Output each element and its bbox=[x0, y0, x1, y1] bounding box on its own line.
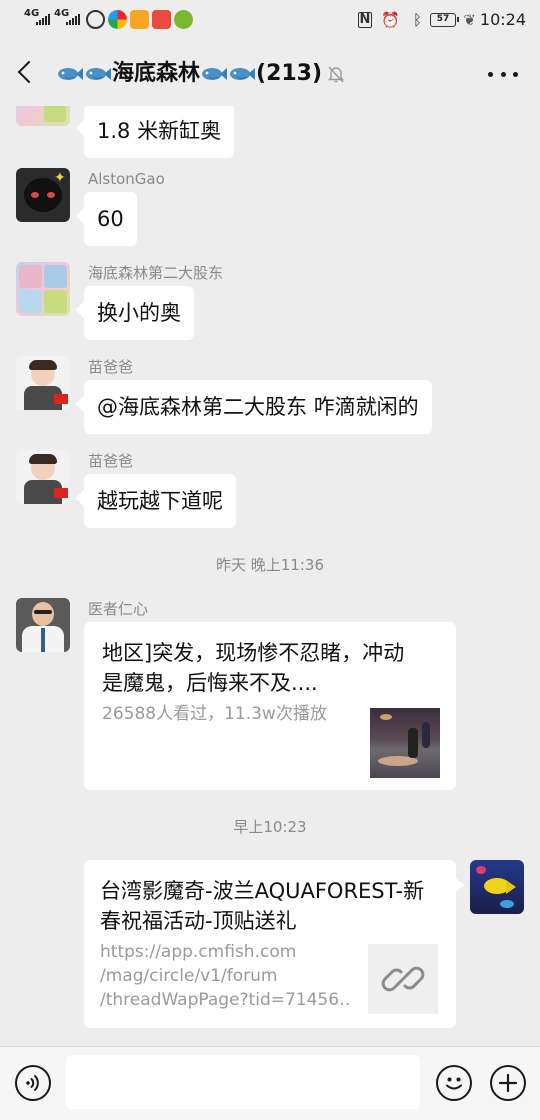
avatar[interactable] bbox=[470, 860, 524, 914]
plus-icon[interactable] bbox=[490, 1065, 526, 1101]
message-bubble[interactable]: 60 bbox=[84, 192, 137, 246]
signal-icon-1 bbox=[36, 13, 50, 25]
app-notification-icon-1 bbox=[86, 10, 105, 29]
avatar[interactable] bbox=[16, 450, 70, 504]
app-notification-icon-5 bbox=[174, 10, 193, 29]
link-icon bbox=[368, 944, 438, 1014]
avatar[interactable]: ✦ bbox=[16, 168, 70, 222]
sender-name: 苗爸爸 bbox=[88, 452, 134, 470]
fish-icon bbox=[229, 64, 256, 84]
battery-icon: 57 bbox=[430, 13, 459, 27]
card-title-line: 是魔鬼，后悔来不及.... bbox=[102, 671, 318, 695]
timestamp: 早上10:23 bbox=[233, 818, 307, 836]
card-url-line: https://app.cmfish.com bbox=[100, 942, 297, 962]
app-notification-icon-4 bbox=[152, 10, 171, 29]
message-bubble[interactable]: 1.8 米新缸奥 bbox=[84, 106, 235, 158]
mute-bell-icon bbox=[326, 64, 346, 84]
chat-header: 海底森林 (213) bbox=[0, 40, 540, 106]
sender-name: 海底森林第二大股东 bbox=[88, 264, 224, 282]
video-thumbnail bbox=[370, 708, 440, 778]
avatar[interactable] bbox=[16, 598, 70, 652]
link-share-card[interactable]: 台湾影魔奇-波兰AQUAFOREST-新 春祝福活动-顶贴送礼 https://… bbox=[84, 860, 456, 1028]
fish-icon bbox=[201, 64, 228, 84]
card-url-line: /threadWapPage?tid=71456… bbox=[100, 990, 352, 1010]
message-list[interactable]: 1.8 米新缸奥 ✦ AlstonGao 60 海底森林第二大股东 换小的奥 苗… bbox=[0, 106, 540, 1046]
member-count: (213) bbox=[256, 61, 323, 86]
leaf-icon: ❦ bbox=[463, 11, 476, 29]
voice-icon[interactable] bbox=[15, 1065, 51, 1101]
card-title-line: 春祝福活动-顶贴送礼 bbox=[100, 909, 297, 933]
chat-title: 海底森林 (213) bbox=[56, 58, 322, 90]
sender-name: 医者仁心 bbox=[88, 600, 149, 618]
card-url-line: /mag/circle/v1/forum bbox=[100, 966, 278, 986]
input-bar bbox=[0, 1046, 540, 1120]
message-bubble[interactable]: 换小的奥 bbox=[84, 286, 194, 340]
signal-icon-2 bbox=[66, 13, 80, 25]
card-title-line: 台湾影魔奇-波兰AQUAFOREST-新 bbox=[100, 879, 425, 903]
back-icon[interactable] bbox=[12, 58, 42, 88]
message-bubble[interactable]: @海底森林第二大股东 咋滴就闲的 bbox=[84, 380, 432, 434]
fish-icon bbox=[57, 64, 83, 84]
alarm-icon: ⏰ bbox=[381, 11, 400, 29]
bluetooth-icon: ᛒ bbox=[412, 11, 422, 29]
status-bar: 4G 4G N ⏰ ᛒ 57 ❦ 10:24 bbox=[0, 0, 540, 40]
avatar[interactable] bbox=[16, 262, 70, 316]
app-notification-icon-3 bbox=[130, 10, 149, 29]
card-title-line: 地区]突发，现场惨不忍睹，冲动 bbox=[102, 641, 405, 665]
card-stats: 26588人看过，11.3w次播放 bbox=[102, 704, 327, 724]
avatar[interactable] bbox=[16, 356, 70, 410]
nfc-icon: N bbox=[358, 12, 372, 28]
more-icon[interactable] bbox=[488, 64, 518, 84]
message-input[interactable] bbox=[66, 1055, 420, 1109]
timestamp: 昨天 晚上11:36 bbox=[216, 556, 324, 574]
app-notification-icon-2 bbox=[108, 10, 127, 29]
status-time: 10:24 bbox=[479, 10, 526, 29]
avatar[interactable] bbox=[16, 106, 70, 126]
message-bubble[interactable]: 越玩越下道呢 bbox=[84, 474, 236, 528]
sender-name: AlstonGao bbox=[88, 170, 165, 188]
video-share-card[interactable]: 地区]突发，现场惨不忍睹，冲动 是魔鬼，后悔来不及.... 26588人看过，1… bbox=[84, 622, 456, 790]
bubble-tail bbox=[456, 878, 464, 892]
chat-title-text: 海底森林 bbox=[112, 61, 201, 86]
fish-icon bbox=[85, 64, 111, 84]
emoji-icon[interactable] bbox=[436, 1065, 472, 1101]
sender-name: 苗爸爸 bbox=[88, 358, 134, 376]
